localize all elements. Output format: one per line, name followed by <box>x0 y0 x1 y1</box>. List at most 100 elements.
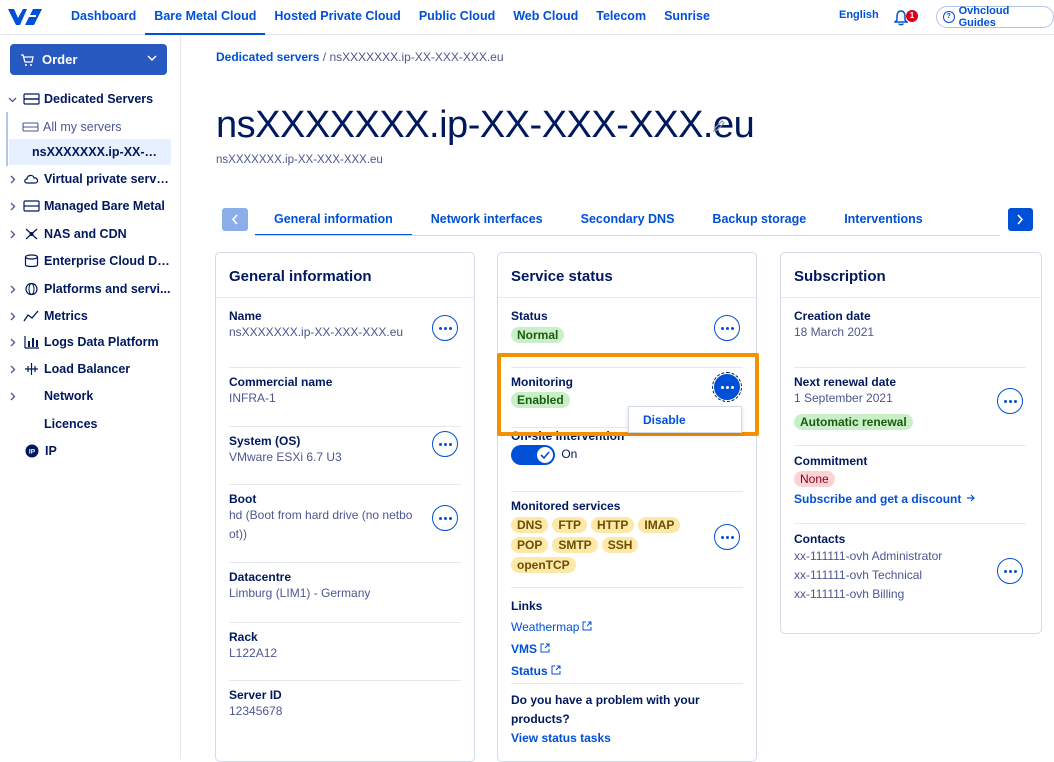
contacts-label: Contacts <box>794 532 846 546</box>
renewal-actions-button[interactable] <box>997 388 1023 414</box>
nav-bare-metal-cloud[interactable]: Bare Metal Cloud <box>145 0 266 35</box>
ovhcloud-logo[interactable] <box>6 6 44 28</box>
monitored-services-label: Monitored services <box>511 499 621 513</box>
sidebar-item-licences[interactable]: Licences <box>0 411 181 437</box>
creation-date-row: Creation date 18 March 2021 <box>794 309 1026 368</box>
sidebar-item-load-balancer[interactable]: Load Balancer <box>0 356 181 382</box>
breadcrumb: Dedicated servers / nsXXXXXXX.ip-XX-XXX-… <box>216 50 504 64</box>
os-value: VMware ESXi 6.7 U3 <box>229 450 342 464</box>
nav-hosted-private-cloud[interactable]: Hosted Private Cloud <box>265 0 409 35</box>
commitment-badge-wrap: None <box>794 470 1026 488</box>
breadcrumb-separator: / <box>322 50 327 64</box>
onsite-intervention-toggle[interactable] <box>511 445 555 465</box>
view-status-tasks-link[interactable]: View status tasks <box>511 729 743 748</box>
ip-icon: IP <box>25 444 39 458</box>
server-id-label: Server ID <box>229 688 282 702</box>
services-actions-button[interactable] <box>714 524 740 550</box>
sidebar-item-vps[interactable]: Virtual private servers <box>0 166 181 192</box>
service-badge: POP <box>511 537 549 553</box>
monitoring-dropdown-menu: Disable <box>628 406 742 433</box>
metrics-icon <box>23 310 39 322</box>
sidebar-item-all-my-servers[interactable]: All my servers <box>0 114 181 140</box>
tabs-prev-button[interactable] <box>222 208 248 231</box>
sidebar-item-enterprise-cloud[interactable]: Enterprise Cloud Da... <box>0 248 181 274</box>
arrow-right-icon <box>966 494 975 502</box>
sidebar-item-dedicated-servers[interactable]: Dedicated Servers <box>0 86 181 112</box>
sidebar-item-metrics[interactable]: Metrics <box>0 303 181 329</box>
os-actions-button[interactable] <box>432 431 458 457</box>
weathermap-link[interactable]: Weathermap <box>511 620 579 634</box>
server-id-row: Server ID 12345678 <box>229 681 461 739</box>
card-title: General information <box>216 253 474 298</box>
service-badge: IMAP <box>638 517 681 533</box>
subscribe-discount-link[interactable]: Subscribe and get a discount <box>794 492 961 506</box>
card-title: Service status <box>498 253 756 298</box>
boot-actions-button[interactable] <box>432 505 458 531</box>
external-link-icon <box>540 643 550 653</box>
tab-secondary-dns[interactable]: Secondary DNS <box>562 208 694 236</box>
sidebar-item-ip[interactable]: IP IP <box>0 438 181 464</box>
os-row: System (OS) VMware ESXi 6.7 U3 <box>229 427 461 485</box>
page-title: nsXXXXXXX.ip-XX-XXX-XXX.eu <box>216 104 755 146</box>
tab-general-information[interactable]: General information <box>255 208 412 236</box>
cloud-icon <box>24 174 39 184</box>
notifications-button[interactable]: 1 <box>894 8 918 26</box>
automatic-renewal-badge: Automatic renewal <box>794 414 913 430</box>
onsite-toggle-wrap: On <box>511 445 743 465</box>
breadcrumb-parent-link[interactable]: Dedicated servers <box>216 50 319 64</box>
tab-interventions[interactable]: Interventions <box>825 208 942 236</box>
server-icon <box>23 93 40 105</box>
contacts-actions-button[interactable] <box>997 558 1023 584</box>
links-list: Weathermap VMS Status <box>511 616 743 682</box>
contact-item: xx-111111-ovh Administrator <box>794 549 943 563</box>
language-selector[interactable]: English <box>839 9 879 21</box>
guides-button[interactable]: ? Ovhcloud Guides <box>936 5 1054 29</box>
chevron-right-icon <box>1017 214 1024 225</box>
edit-pencil-icon[interactable] <box>712 119 726 133</box>
rack-value: L122A12 <box>229 646 278 660</box>
check-icon <box>540 451 550 460</box>
commercial-name-value: INFRA-1 <box>229 391 276 405</box>
sidebar-item-nas-cdn[interactable]: NAS and CDN <box>0 221 181 247</box>
service-badge: SMTP <box>552 537 598 553</box>
problem-question: Do you have a problem with your <box>511 693 700 707</box>
sidebar-item-selected-server[interactable]: nsXXXXXXX.ip-XX-XXX-... <box>9 139 171 165</box>
sidebar-item-label: IP <box>45 444 57 458</box>
commitment-badge: None <box>794 471 835 487</box>
tab-backup-storage[interactable]: Backup storage <box>693 208 825 236</box>
tabs-next-button[interactable] <box>1008 208 1033 231</box>
tab-network-interfaces[interactable]: Network interfaces <box>412 208 562 236</box>
sidebar-item-label: Virtual private servers <box>44 172 174 186</box>
chevron-down-icon <box>8 97 17 102</box>
service-badge: DNS <box>511 517 549 533</box>
sidebar-item-logs[interactable]: Logs Data Platform <box>0 329 181 355</box>
status-badge-wrap: Normal <box>511 326 743 344</box>
creation-date-value: 18 March 2021 <box>794 325 875 339</box>
disable-monitoring-option[interactable]: Disable <box>643 413 686 427</box>
chevron-right-icon <box>10 365 16 373</box>
notifications-count-badge: 1 <box>906 10 918 22</box>
sidebar-item-managed-bare-metal[interactable]: Managed Bare Metal <box>0 193 181 219</box>
sidebar-item-label: Logs Data Platform <box>44 335 159 349</box>
nav-web-cloud[interactable]: Web Cloud <box>504 0 587 35</box>
status-link[interactable]: Status <box>511 664 548 678</box>
name-actions-button[interactable] <box>432 315 458 341</box>
load-balancer-icon <box>25 363 38 375</box>
page-subtitle: nsXXXXXXX.ip-XX-XXX-XXX.eu <box>216 154 383 166</box>
links-label: Links <box>511 599 543 613</box>
nav-telecom[interactable]: Telecom <box>587 0 655 35</box>
name-row: Name nsXXXXXXX.ip-XX-XXX-XXX.eu <box>229 309 461 368</box>
nav-sunrise[interactable]: Sunrise <box>655 0 719 35</box>
guides-label: Ovhcloud Guides <box>958 5 1010 29</box>
sidebar-item-network[interactable]: Network <box>0 383 181 409</box>
service-badge: HTTP <box>591 517 635 533</box>
sidebar-item-platforms[interactable]: Platforms and servi... <box>0 276 181 302</box>
vms-link[interactable]: VMS <box>511 642 537 656</box>
status-actions-button[interactable] <box>714 315 740 341</box>
commitment-row: Commitment None Subscribe and get a disc… <box>794 446 1026 524</box>
order-button[interactable]: Order <box>10 44 167 75</box>
chevron-down-icon <box>147 55 157 62</box>
service-badge: FTP <box>552 517 588 533</box>
nav-dashboard[interactable]: Dashboard <box>62 0 145 35</box>
nav-public-cloud[interactable]: Public Cloud <box>410 0 504 35</box>
